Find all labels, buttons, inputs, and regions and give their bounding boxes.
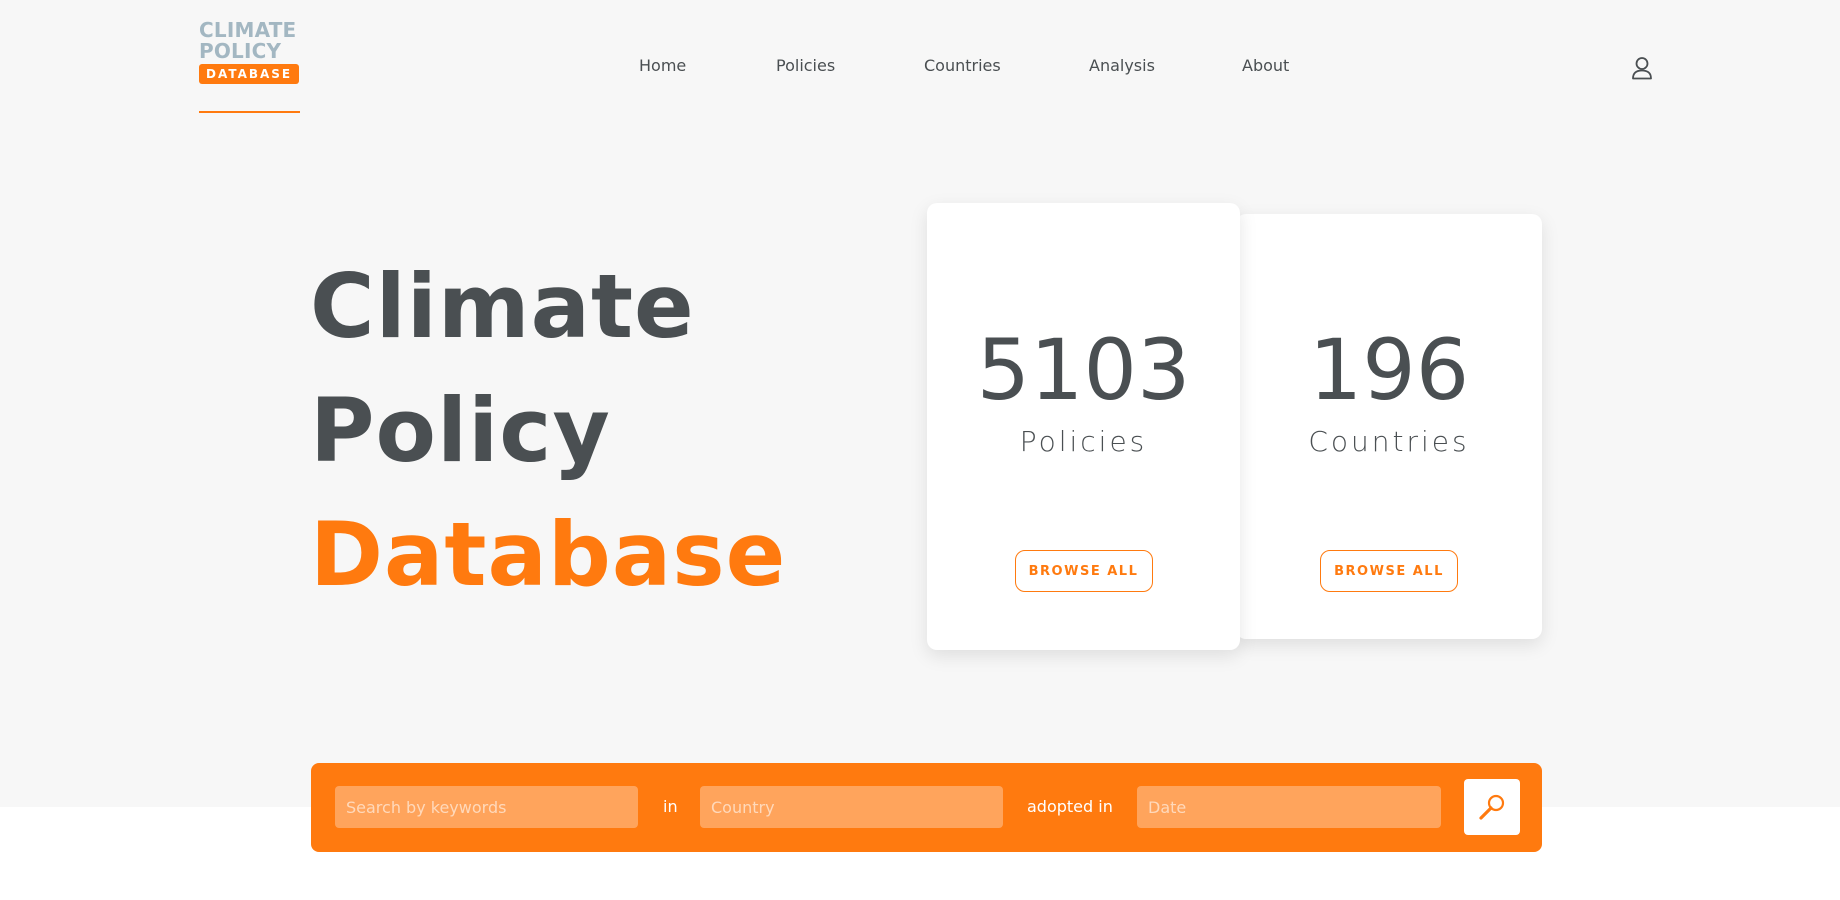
browse-all-countries-button[interactable]: BROWSE ALL: [1320, 550, 1458, 592]
policies-label: Policies: [1019, 425, 1148, 458]
search-adopted-in-label: adopted in: [1027, 797, 1113, 816]
main-nav: Home Policies Countries Analysis About: [0, 56, 1840, 80]
browse-all-policies-button[interactable]: BROWSE ALL: [1014, 550, 1153, 592]
nav-item-about[interactable]: About: [1242, 56, 1289, 75]
page: CLIMATE POLICY DATABASE Home Policies Co…: [0, 0, 1840, 900]
countries-label: Countries: [1308, 425, 1470, 458]
countries-count: 196: [1308, 321, 1470, 419]
search-bar: in adopted in: [311, 763, 1542, 852]
nav-item-policies[interactable]: Policies: [776, 56, 835, 75]
search-in-label: in: [663, 797, 678, 816]
countries-card: 196 Countries BROWSE ALL: [1236, 214, 1542, 639]
hero-title-line-policy: Policy: [310, 379, 611, 482]
keywords-search-input[interactable]: [335, 786, 638, 828]
policies-count: 5103: [976, 321, 1191, 419]
search-icon: [1479, 794, 1505, 820]
hero-title-line-climate: Climate: [310, 255, 695, 358]
date-search-input[interactable]: [1137, 786, 1441, 828]
hero-title-line-database: Database: [310, 503, 787, 606]
nav-item-countries[interactable]: Countries: [924, 56, 1001, 75]
nav-item-analysis[interactable]: Analysis: [1089, 56, 1155, 75]
search-button[interactable]: [1464, 779, 1520, 835]
policies-card: 5103 Policies BROWSE ALL: [927, 203, 1240, 650]
user-icon[interactable]: [1631, 56, 1653, 80]
hero-title: Climate Policy Database: [310, 245, 786, 617]
logo-line-climate: CLIMATE: [199, 18, 297, 42]
active-logo-underline: [199, 111, 300, 113]
country-search-input[interactable]: [700, 786, 1003, 828]
hero-background: [0, 0, 1840, 807]
nav-item-home[interactable]: Home: [639, 56, 686, 75]
